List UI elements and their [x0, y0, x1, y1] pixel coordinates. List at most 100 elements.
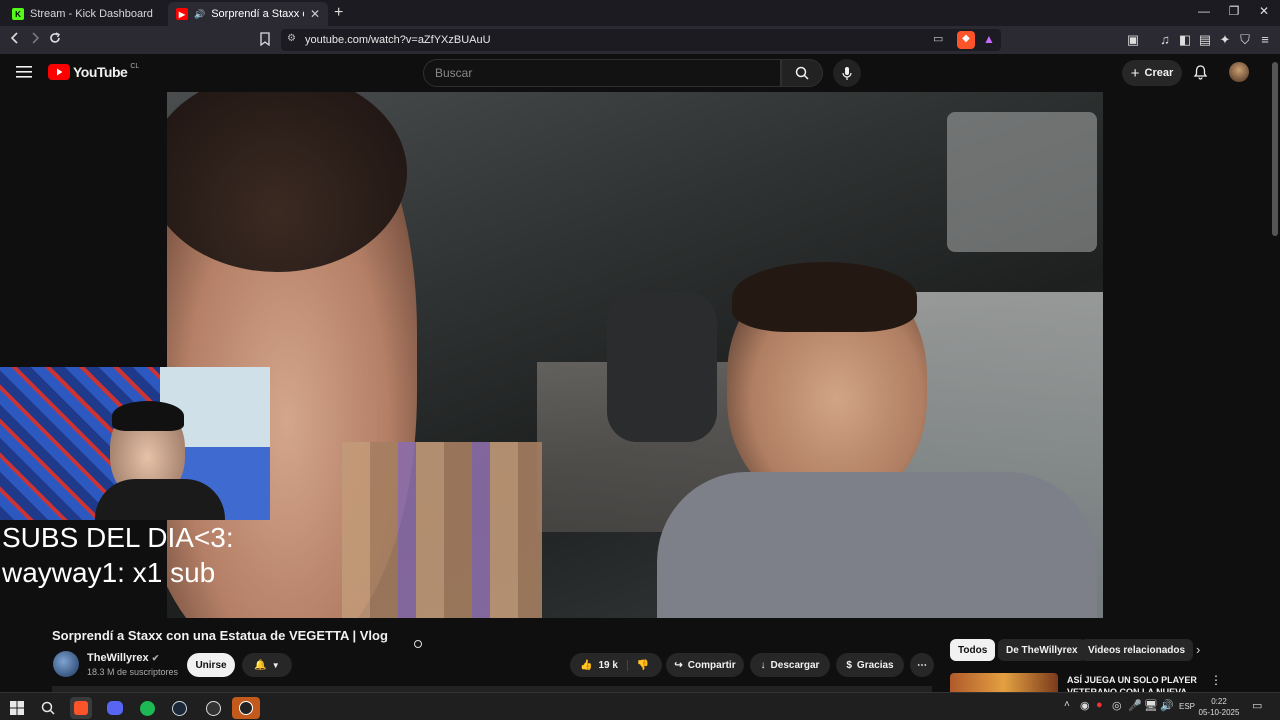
search-input[interactable]: Buscar [423, 59, 781, 87]
chip-related[interactable]: Videos relacionados [1080, 639, 1194, 661]
channel-avatar[interactable] [53, 651, 79, 677]
notification-center-icon[interactable]: ▭ [1252, 699, 1262, 712]
tray-steam-icon[interactable]: ◉ [1080, 699, 1090, 712]
media-icon[interactable]: ♫ [1157, 32, 1173, 48]
scrollbar-thumb[interactable] [1272, 62, 1278, 236]
vpn-icon[interactable]: ⛉ [1237, 32, 1253, 48]
leo-ai-icon[interactable]: ✦ [1217, 32, 1233, 48]
chevron-right-icon[interactable]: › [1196, 642, 1200, 657]
tray-expand-icon[interactable]: ˄ [1064, 699, 1070, 710]
notifications-bell-icon[interactable] [1193, 64, 1208, 85]
brave-browser-icon[interactable] [70, 697, 92, 719]
search-icon[interactable] [37, 697, 59, 719]
site-settings-icon[interactable]: ⚙ [287, 33, 296, 44]
clock-time: 0:22 [1211, 697, 1227, 706]
thanks-button[interactable]: $ Gracias [836, 653, 904, 677]
video-player[interactable] [167, 92, 1103, 618]
picture-in-picture-icon[interactable]: ▭ [933, 32, 943, 45]
menu-icon[interactable]: ≡ [1257, 32, 1273, 48]
minimize-button[interactable]: — [1194, 4, 1214, 18]
forward-button[interactable] [28, 31, 42, 49]
streamer-hair [112, 401, 184, 431]
search-placeholder: Buscar [435, 66, 473, 80]
bell-icon: 🔔 [254, 659, 267, 671]
obs-icon[interactable] [202, 697, 224, 719]
create-button[interactable]: + Crear [1122, 60, 1182, 86]
download-button[interactable]: ↓ Descargar [750, 653, 830, 677]
volume-icon[interactable]: 🔊 [1160, 699, 1174, 712]
bookmark-icon[interactable] [257, 32, 273, 48]
brave-shields-icon[interactable]: ◆ [957, 31, 975, 49]
discord-icon[interactable] [104, 697, 126, 719]
like-dislike-group: 👍 19 k 👎 [570, 653, 662, 677]
more-horizontal-icon: ⋯ [917, 659, 927, 671]
reload-button[interactable] [48, 31, 62, 49]
windows-start-icon[interactable] [6, 697, 28, 719]
url-text: youtube.com/watch?v=aZfYXzBUAuU [305, 34, 491, 46]
thanks-label: Gracias [856, 659, 894, 671]
wallet-icon[interactable]: ▤ [1197, 32, 1213, 48]
dislike-button[interactable]: 👎 [628, 660, 649, 671]
brave-rewards-icon[interactable]: ▲ [980, 31, 998, 49]
youtube-header: YouTube CL Buscar + Crear [0, 54, 1270, 92]
tray-app-icon[interactable]: ◎ [1112, 699, 1122, 712]
join-button[interactable]: Unirse [187, 653, 235, 677]
speaker-icon[interactable]: 🔊 [194, 9, 205, 20]
related-video-thumbnail[interactable] [950, 673, 1058, 692]
video-title: Sorprendí a Staxx con una Estatua de VEG… [52, 628, 388, 643]
more-actions-button[interactable]: ⋯ [910, 653, 934, 677]
subscriber-count: 18.3 M de suscriptores [87, 667, 179, 677]
thumbs-up-icon: 👍 [580, 659, 593, 671]
kick-icon: K [12, 8, 24, 20]
driver-shirt [657, 472, 1097, 618]
voice-search-button[interactable] [833, 59, 861, 87]
verified-icon: ✔ [151, 653, 160, 663]
tab-label: Stream - Kick Dashboard [30, 8, 153, 20]
like-button[interactable]: 👍 19 k [580, 659, 628, 671]
youtube-logo[interactable]: YouTube CL [48, 62, 140, 80]
subs-of-the-day-text: SUBS DEL DIA<3: wayway1: x1 sub [2, 520, 234, 590]
steam-icon[interactable] [168, 697, 190, 719]
reader-mode-icon[interactable]: ▣ [1125, 32, 1141, 48]
microphone-icon [842, 67, 852, 80]
streamer-shirt [95, 479, 225, 520]
hamburger-menu-icon[interactable] [16, 65, 32, 84]
back-button[interactable] [8, 31, 22, 49]
new-tab-button[interactable]: + [334, 4, 343, 22]
thumbs-down-icon: 👎 [636, 659, 650, 671]
share-button[interactable]: ↪ Compartir [666, 653, 744, 677]
close-tab-icon[interactable]: ✕ [310, 7, 320, 21]
network-icon[interactable]: 🖥 [1144, 699, 1158, 712]
plus-icon: + [1130, 64, 1140, 82]
close-window-button[interactable]: ✕ [1254, 4, 1274, 18]
statue-block [342, 442, 542, 618]
channel-name[interactable]: TheWillyrex ✔ [87, 652, 159, 664]
search-icon [795, 66, 809, 80]
restore-button[interactable]: ❐ [1224, 4, 1244, 18]
youtube-logo-icon [48, 64, 70, 80]
region-code: CL [130, 62, 140, 70]
account-avatar[interactable] [1229, 62, 1249, 82]
tab-kick-dashboard[interactable]: K Stream - Kick Dashboard [4, 2, 166, 26]
sidebar-icon[interactable]: ◧ [1177, 32, 1193, 48]
share-label: Compartir [687, 659, 736, 671]
tab-youtube-video[interactable]: ▶ 🔊 Sorprendí a Staxx con una Est ✕ [168, 2, 328, 26]
tray-microphone-icon[interactable]: 🎤 [1128, 699, 1142, 712]
address-bar[interactable]: ⚙ youtube.com/watch?v=aZfYXzBUAuU ▭ [281, 29, 1001, 51]
more-vertical-icon[interactable]: ⋮ [1210, 673, 1222, 687]
system-clock[interactable]: 0:22 05-10-2025 [1198, 696, 1240, 718]
chip-from-channel[interactable]: De TheWillyrex [998, 639, 1086, 661]
input-language[interactable]: ESP [1179, 702, 1195, 711]
tray-brave-icon[interactable]: ● [1096, 699, 1103, 711]
search-button[interactable] [781, 59, 823, 87]
subs-entry: wayway1: x1 sub [2, 557, 216, 588]
kick-studio-icon[interactable] [232, 697, 260, 719]
subscription-bell-button[interactable]: 🔔 ▼ [242, 653, 292, 677]
spotify-icon[interactable] [136, 697, 158, 719]
browser-tab-bar: K Stream - Kick Dashboard ▶ 🔊 Sorprendí … [0, 0, 1280, 26]
thanks-icon: $ [846, 659, 852, 671]
create-label: Crear [1144, 67, 1174, 79]
clock-date: 05-10-2025 [1198, 708, 1240, 717]
chip-all[interactable]: Todos [950, 639, 996, 661]
webcam-overlay [0, 367, 270, 520]
